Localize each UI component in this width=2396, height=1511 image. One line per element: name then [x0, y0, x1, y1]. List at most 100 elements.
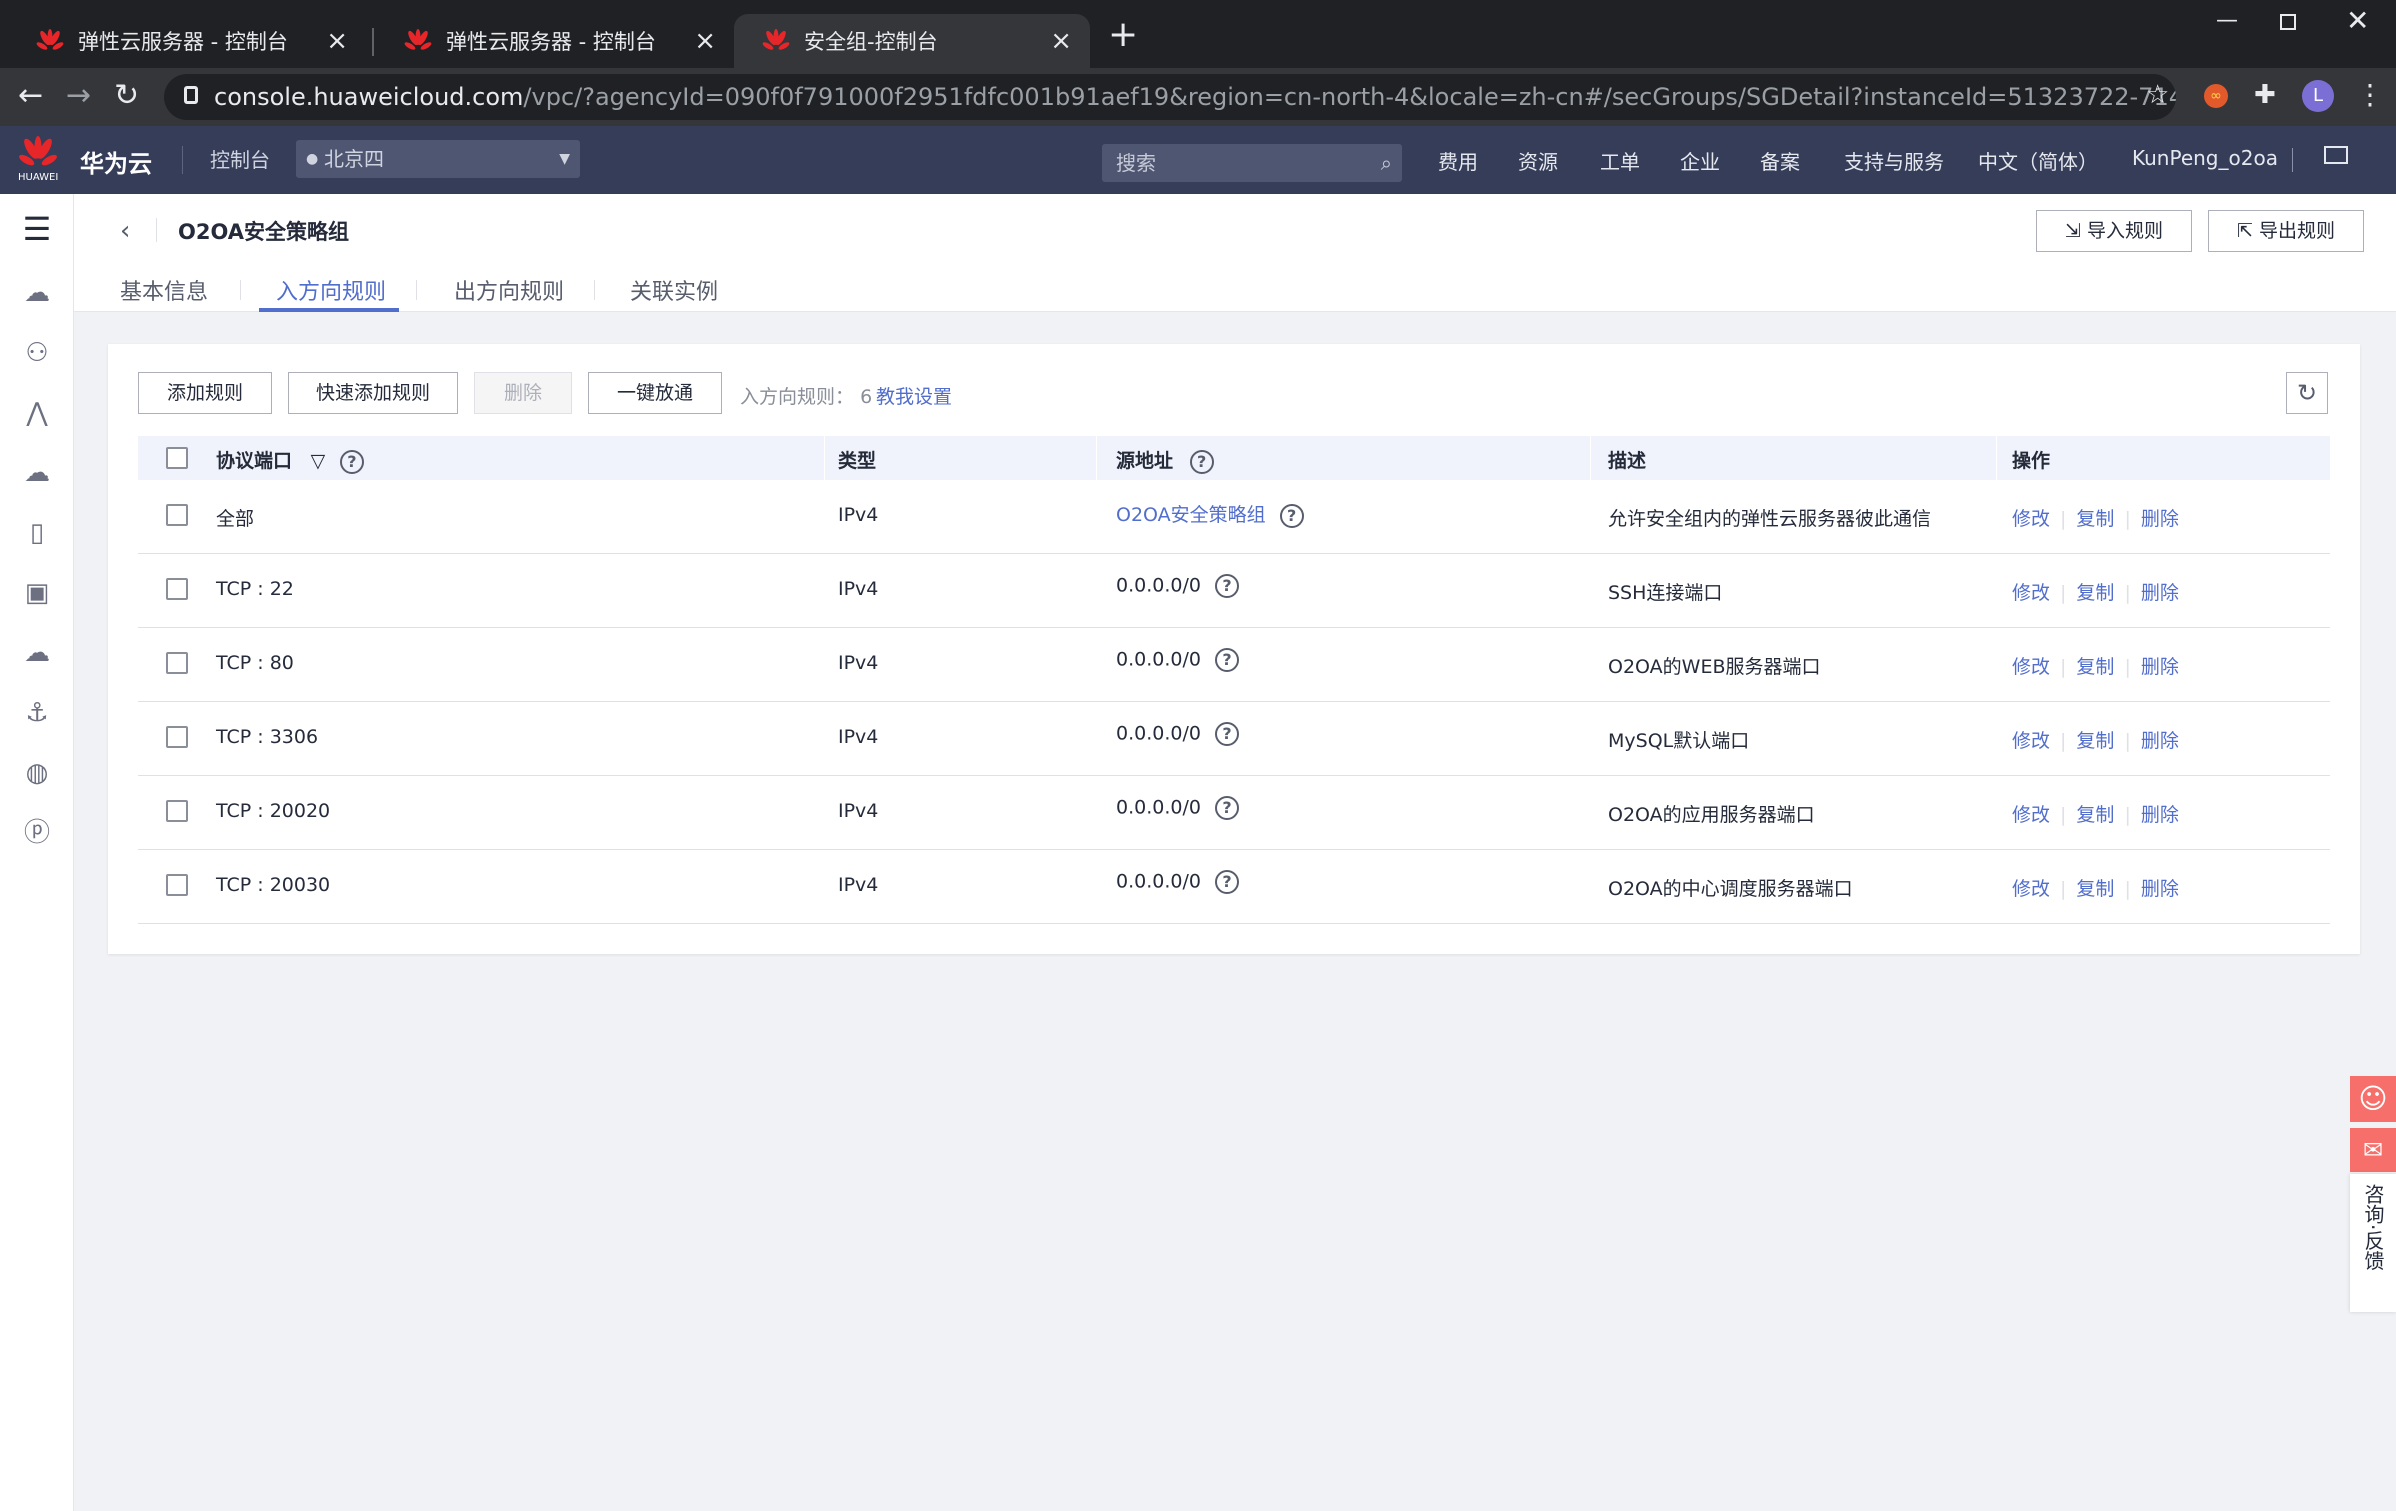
puzzle-extensions-icon[interactable]: ✚	[2254, 80, 2276, 110]
nav-language[interactable]: 中文（简体）	[1978, 146, 2098, 175]
tab-outbound-rules[interactable]: 出方向规则	[454, 274, 564, 306]
disk-icon[interactable]: ▯	[22, 518, 52, 548]
copy-link[interactable]: 复制	[2076, 656, 2114, 678]
copy-link[interactable]: 复制	[2076, 804, 2114, 826]
url-field[interactable]: console.huaweicloud.com/vpc/?agencyId=09…	[164, 74, 2176, 120]
modify-link[interactable]: 修改	[2012, 878, 2050, 900]
minimize-icon[interactable]: —	[2216, 8, 2238, 33]
delete-button[interactable]: 删除	[474, 372, 572, 414]
chat-icon[interactable]: ✉	[2350, 1128, 2396, 1172]
modify-link[interactable]: 修改	[2012, 508, 2050, 530]
profile-avatar[interactable]: L	[2302, 80, 2334, 112]
console-link[interactable]: 控制台	[210, 144, 270, 173]
filter-icon[interactable]: ▽	[311, 450, 326, 472]
cell-description: O2OA的WEB服务器端口	[1608, 656, 1821, 678]
delete-link[interactable]: 删除	[2141, 730, 2179, 752]
help-icon[interactable]: ?	[1279, 503, 1304, 528]
search-input[interactable]: 搜索 ⌕	[1102, 144, 1402, 182]
copy-link[interactable]: 复制	[2076, 508, 2114, 530]
cell-source[interactable]: O2OA安全策略组?	[1116, 500, 1304, 528]
browser-tab-2[interactable]: 弹性云服务器 - 控制台 ×	[376, 14, 734, 68]
region-select[interactable]: ● 北京四 ▼	[296, 140, 580, 178]
network-icon[interactable]: ⋀	[22, 398, 52, 428]
feedback-button[interactable]: 咨询·反馈	[2350, 1174, 2396, 1312]
nav-enterprise[interactable]: 企业	[1680, 146, 1720, 175]
delete-link[interactable]: 删除	[2141, 656, 2179, 678]
close-tab-icon[interactable]: ×	[1050, 26, 1072, 56]
globe-icon[interactable]: ◍	[22, 758, 52, 788]
bookmark-star-icon[interactable]: ☆	[2146, 80, 2169, 110]
cloud-monitor-icon[interactable]: ☁	[22, 638, 52, 668]
cluster-icon[interactable]: ⚇	[22, 338, 52, 368]
close-tab-icon[interactable]: ×	[694, 26, 716, 56]
nav-user[interactable]: KunPeng_o2oa	[2132, 146, 2278, 170]
nav-filing[interactable]: 备案	[1760, 146, 1800, 175]
quick-add-rule-button[interactable]: 快速添加规则	[288, 372, 458, 414]
delete-link[interactable]: 删除	[2141, 878, 2179, 900]
modify-link[interactable]: 修改	[2012, 656, 2050, 678]
select-all-checkbox[interactable]	[166, 447, 188, 469]
nav-resources[interactable]: 资源	[1518, 146, 1558, 175]
forward-arrow-icon[interactable]: →	[66, 78, 91, 113]
row-checkbox[interactable]	[166, 800, 188, 822]
reload-icon[interactable]: ↻	[114, 78, 139, 113]
row-checkbox[interactable]	[166, 652, 188, 674]
add-rule-button[interactable]: 添加规则	[138, 372, 272, 414]
help-icon[interactable]: ?	[1189, 449, 1214, 474]
browser-tab-1[interactable]: 弹性云服务器 - 控制台 ×	[8, 14, 366, 68]
new-tab-icon[interactable]: +	[1108, 14, 1138, 55]
refresh-icon[interactable]: ↻	[2286, 372, 2328, 414]
nav-tickets[interactable]: 工单	[1600, 146, 1640, 175]
huawei-logo-icon[interactable]	[18, 136, 58, 170]
tab-associated-instances[interactable]: 关联实例	[630, 274, 718, 306]
row-checkbox[interactable]	[166, 874, 188, 896]
hamburger-menu-icon[interactable]: ☰	[22, 213, 52, 245]
backup-icon[interactable]: ▣	[22, 578, 52, 608]
modify-link[interactable]: 修改	[2012, 582, 2050, 604]
window-close-icon[interactable]: ✕	[2346, 4, 2369, 37]
mail-icon[interactable]	[2324, 146, 2348, 164]
allow-all-button[interactable]: 一键放通	[588, 372, 722, 414]
cell-source: 0.0.0.0/0?	[1116, 574, 1239, 598]
export-rules-button[interactable]: ⇱ 导出规则	[2208, 210, 2364, 252]
delete-link[interactable]: 删除	[2141, 508, 2179, 530]
cell-description: SSH连接端口	[1608, 582, 1723, 604]
help-icon[interactable]: ?	[1214, 870, 1239, 894]
cloud-storage-icon[interactable]: ☁	[22, 458, 52, 488]
copy-link[interactable]: 复制	[2076, 582, 2114, 604]
browser-menu-icon[interactable]: ⋮	[2356, 78, 2384, 111]
modify-link[interactable]: 修改	[2012, 804, 2050, 826]
action-separator: |	[2060, 804, 2067, 826]
copy-link[interactable]: 复制	[2076, 730, 2114, 752]
nav-fees[interactable]: 费用	[1438, 146, 1478, 175]
tutorial-link[interactable]: 教我设置	[876, 382, 952, 409]
copy-link[interactable]: 复制	[2076, 878, 2114, 900]
nav-support[interactable]: 支持与服务	[1844, 146, 1944, 175]
browser-tab-3-active[interactable]: 安全组-控制台 ×	[734, 14, 1090, 68]
cell-type: IPv4	[838, 800, 879, 822]
tab-inbound-rules[interactable]: 入方向规则	[276, 274, 386, 306]
help-icon[interactable]: ?	[1214, 796, 1239, 820]
elastic-ip-icon[interactable]: ⓟ	[22, 818, 52, 848]
maximize-icon[interactable]	[2280, 14, 2296, 30]
cloud-server-icon[interactable]: ☁	[22, 278, 52, 308]
delete-link[interactable]: 删除	[2141, 804, 2179, 826]
tab-basic-info[interactable]: 基本信息	[120, 274, 208, 306]
close-tab-icon[interactable]: ×	[326, 26, 348, 56]
search-icon[interactable]: ⌕	[1381, 144, 1392, 182]
row-checkbox[interactable]	[166, 504, 188, 526]
modify-link[interactable]: 修改	[2012, 730, 2050, 752]
back-arrow-icon[interactable]: ←	[18, 78, 43, 113]
help-icon[interactable]: ?	[1214, 648, 1239, 672]
smiley-icon[interactable]: ☺	[2350, 1076, 2396, 1122]
row-checkbox[interactable]	[166, 726, 188, 748]
extension-icon[interactable]: ∞	[2204, 84, 2228, 108]
delete-link[interactable]: 删除	[2141, 582, 2179, 604]
import-rules-button[interactable]: ⇲ 导入规则	[2036, 210, 2192, 252]
help-icon[interactable]: ?	[1214, 722, 1239, 746]
nat-gateway-icon[interactable]: ⚓	[22, 698, 52, 728]
row-checkbox[interactable]	[166, 578, 188, 600]
back-chevron-icon[interactable]: ‹	[120, 216, 130, 246]
help-icon[interactable]: ?	[1214, 574, 1239, 598]
help-icon[interactable]: ?	[339, 449, 364, 474]
